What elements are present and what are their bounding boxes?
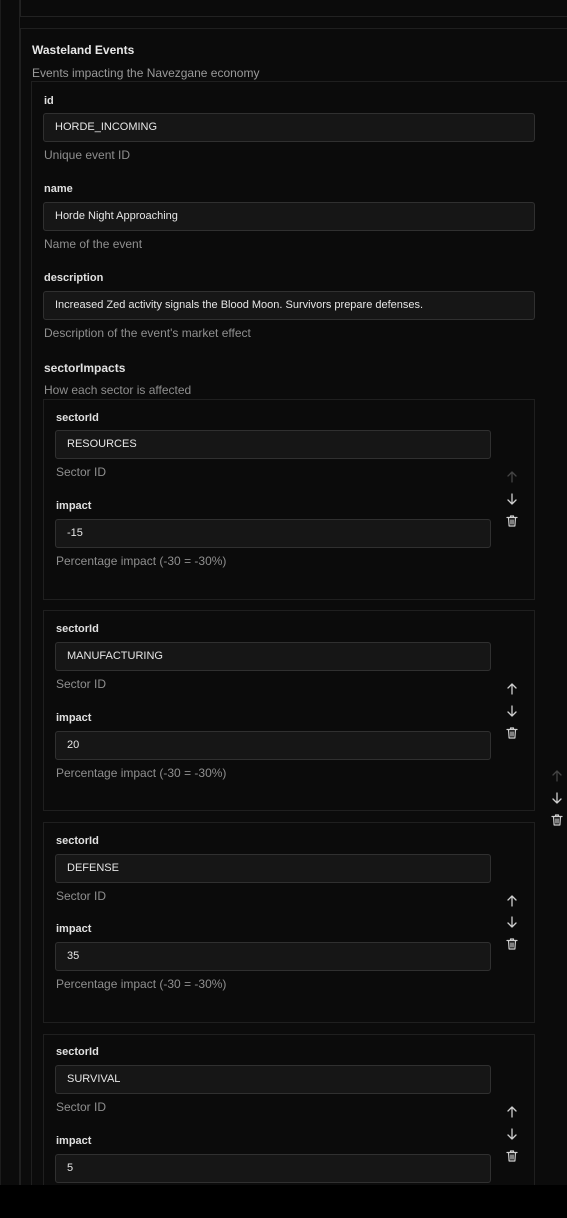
arrow-up-icon[interactable] — [505, 894, 519, 908]
impact-label: impact — [56, 1135, 92, 1147]
sector-id-input[interactable]: RESOURCES — [55, 430, 491, 459]
name-help: Name of the event — [44, 237, 143, 251]
trash-icon[interactable] — [505, 514, 519, 528]
arrow-down-icon[interactable] — [505, 704, 519, 718]
sector-id-input[interactable]: SURVIVAL — [55, 1065, 491, 1094]
name-label: name — [44, 183, 73, 195]
arrow-down-icon[interactable] — [550, 791, 564, 805]
sector-id-help: Sector ID — [56, 889, 107, 903]
arrow-up-icon[interactable] — [505, 682, 519, 696]
previous-panel — [20, 0, 567, 17]
sector-id-input[interactable]: MANUFACTURING — [55, 642, 491, 671]
description-label: description — [44, 272, 104, 284]
sector-id-label: sectorId — [56, 623, 99, 635]
impact-input[interactable]: 5 — [55, 1154, 491, 1183]
impact-help: Percentage impact (-30 = -30%) — [56, 766, 227, 780]
trash-icon[interactable] — [550, 813, 564, 827]
section-title: Wasteland Events — [32, 43, 135, 57]
arrow-up-icon — [550, 769, 564, 783]
arrow-down-icon[interactable] — [505, 915, 519, 929]
impact-label: impact — [56, 923, 92, 935]
description-input[interactable]: Increased Zed activity signals the Blood… — [43, 291, 535, 320]
id-help: Unique event ID — [44, 148, 131, 162]
sector-id-help: Sector ID — [56, 677, 107, 691]
sector-id-label: sectorId — [56, 835, 99, 847]
trash-icon[interactable] — [505, 937, 519, 951]
arrow-up-icon[interactable] — [505, 1105, 519, 1119]
name-input[interactable]: Horde Night Approaching — [43, 202, 535, 231]
sector-id-help: Sector ID — [56, 1100, 107, 1114]
bottom-strip — [0, 1185, 567, 1218]
trash-icon[interactable] — [505, 1149, 519, 1163]
sector-id-label: sectorId — [56, 412, 99, 424]
impact-label: impact — [56, 712, 92, 724]
trash-icon[interactable] — [505, 726, 519, 740]
sector-id-help: Sector ID — [56, 465, 107, 479]
impact-input[interactable]: 20 — [55, 731, 491, 760]
sector-impacts-help: How each sector is affected — [44, 383, 192, 397]
sector-impact-card — [43, 610, 535, 811]
sector-id-input[interactable]: DEFENSE — [55, 854, 491, 883]
arrow-down-icon[interactable] — [505, 492, 519, 506]
impact-help: Percentage impact (-30 = -30%) — [56, 554, 227, 568]
id-input[interactable]: HORDE_INCOMING — [43, 113, 535, 142]
sector-id-label: sectorId — [56, 1046, 99, 1058]
sector-impacts-label: sectorImpacts — [44, 361, 126, 375]
impact-input[interactable]: 35 — [55, 942, 491, 971]
description-help: Description of the event's market effect — [44, 326, 251, 340]
arrow-up-icon — [505, 470, 519, 484]
arrow-down-icon[interactable] — [505, 1127, 519, 1141]
sector-impact-card — [43, 822, 535, 1023]
impact-help: Percentage impact (-30 = -30%) — [56, 977, 227, 991]
id-label: id — [44, 95, 54, 107]
impact-input[interactable]: -15 — [55, 519, 491, 548]
frame-edge — [0, 0, 1, 1185]
section-subtitle: Events impacting the Navezgane economy — [32, 66, 260, 80]
impact-label: impact — [56, 500, 92, 512]
